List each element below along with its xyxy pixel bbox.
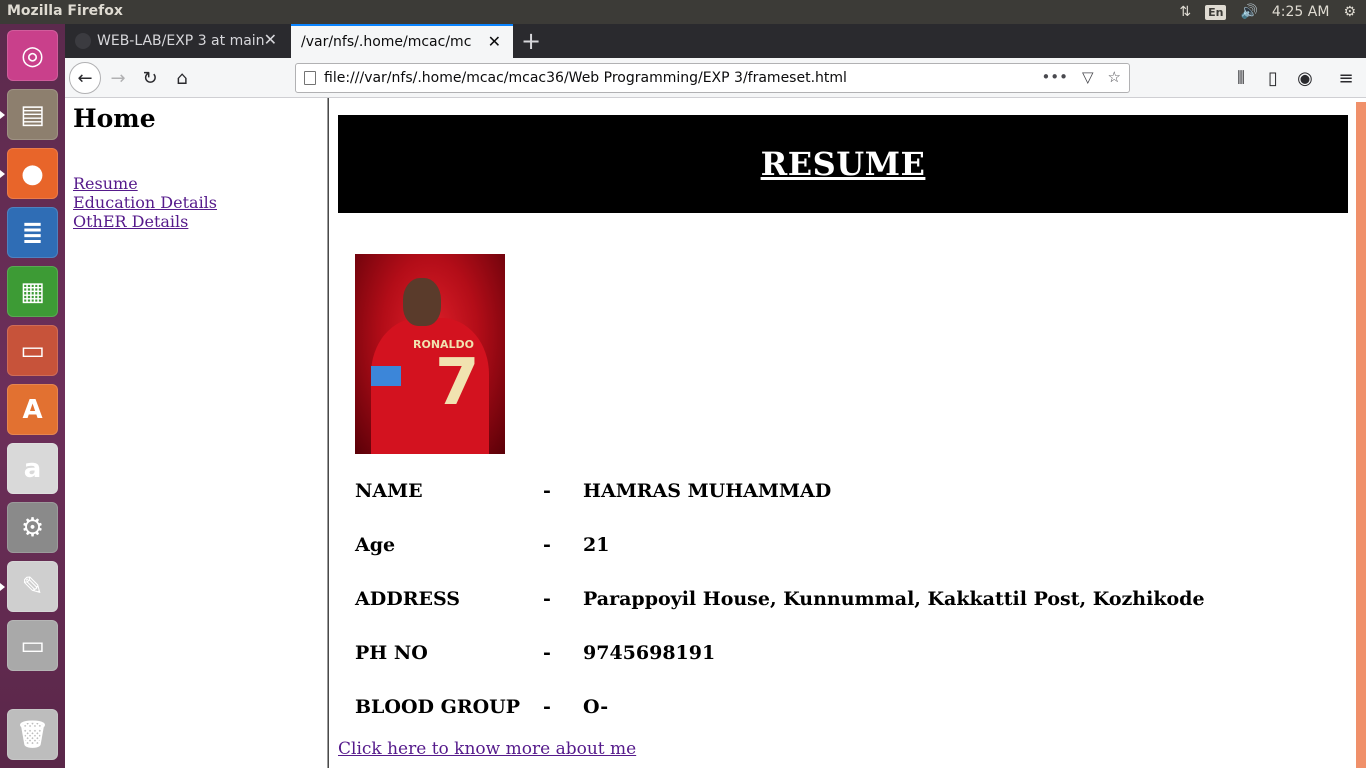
info-key: NAME: [355, 480, 423, 502]
more-actions-icon[interactable]: •••: [1041, 68, 1068, 86]
tab-label: /var/nfs/.home/mcac/mcac36: [301, 34, 471, 50]
app-title: Mozilla Firefox: [7, 3, 123, 19]
photo-armband: [371, 366, 401, 386]
account-icon[interactable]: ◉: [1292, 65, 1318, 91]
launcher-text-editor-icon[interactable]: ✎: [0, 561, 58, 612]
github-icon: [75, 33, 91, 49]
link-education-details[interactable]: Education Details: [73, 193, 217, 212]
launcher-files-icon[interactable]: ▤: [0, 89, 58, 140]
photo-head: [403, 278, 441, 326]
settings-gear-icon[interactable]: ⚙: [1343, 4, 1356, 20]
network-icon[interactable]: ⇅: [1179, 4, 1191, 20]
bookmark-star-icon[interactable]: ☆: [1108, 68, 1121, 86]
sidebar-icon[interactable]: ▯: [1260, 65, 1286, 91]
tab-web-lab[interactable]: WEB-LAB/EXP 3 at main ✕: [65, 24, 289, 58]
navigation-toolbar: ← → ↻ ⌂ file:///var/nfs/.home/mcac/mcac3…: [65, 58, 1366, 98]
info-value: O-: [583, 696, 609, 718]
library-icon[interactable]: ⫴: [1228, 65, 1254, 91]
launcher-firefox-icon[interactable]: ●: [0, 148, 58, 199]
launcher-amazon-icon[interactable]: a: [7, 443, 58, 494]
more-about-me-link[interactable]: Click here to know more about me: [338, 739, 636, 759]
close-icon[interactable]: ✕: [264, 30, 277, 49]
keyboard-language-indicator[interactable]: En: [1205, 4, 1227, 20]
launcher-trash-icon[interactable]: 🗑: [7, 709, 58, 760]
resume-title: RESUME: [760, 145, 926, 183]
clock[interactable]: 4:25 AM: [1272, 4, 1330, 20]
tab-frameset[interactable]: /var/nfs/.home/mcac/mcac36 ✕: [291, 24, 513, 58]
url-text: file:///var/nfs/.home/mcac/mcac36/Web Pr…: [324, 70, 847, 86]
forward-arrow-icon[interactable]: →: [105, 65, 131, 91]
info-value: HAMRAS MUHAMMAD: [583, 480, 832, 502]
tab-bar: WEB-LAB/EXP 3 at main ✕ /var/nfs/.home/m…: [65, 24, 1366, 58]
system-top-bar: Mozilla Firefox ⇅ En 🔊 4:25 AM ⚙: [0, 0, 1366, 24]
launcher-calc-icon[interactable]: ▦: [7, 266, 58, 317]
right-frame: RESUME RONALDO 7 NAME - HAMRAS MUHAMMAD …: [330, 98, 1366, 768]
page-content: Home Resume Education Details OthER Deta…: [65, 98, 1366, 768]
scrollbar[interactable]: [1356, 102, 1366, 768]
info-key: ADDRESS: [355, 588, 460, 610]
launcher-ubuntu-dash-icon[interactable]: ◎: [7, 30, 58, 81]
frame-divider[interactable]: [327, 98, 329, 768]
resume-banner: RESUME: [338, 115, 1348, 213]
running-indicator: [0, 111, 5, 119]
info-value: 9745698191: [583, 642, 716, 664]
close-icon[interactable]: ✕: [488, 32, 501, 51]
info-separator: -: [543, 588, 551, 610]
info-key: Age: [355, 534, 396, 556]
left-frame: Home Resume Education Details OthER Deta…: [65, 98, 327, 768]
menu-hamburger-icon[interactable]: ≡: [1333, 65, 1359, 91]
info-key: BLOOD GROUP: [355, 696, 521, 718]
new-tab-plus-icon[interactable]: +: [521, 27, 541, 55]
running-indicator: [0, 170, 5, 178]
photo-shirt-number: 7: [435, 346, 480, 420]
running-indicator: [0, 583, 5, 591]
link-other-details[interactable]: OthER Details: [73, 212, 217, 231]
launcher-disk-icon[interactable]: ▭: [7, 620, 58, 671]
system-tray: ⇅ En 🔊 4:25 AM ⚙: [1179, 0, 1366, 24]
volume-icon[interactable]: 🔊: [1240, 4, 1257, 20]
launcher-impress-icon[interactable]: ▭: [7, 325, 58, 376]
launcher: ◎ ▤ ● ≣ ▦ ▭ Aa ⚙ ✎ ▭ 🗑: [0, 24, 65, 768]
launcher-writer-icon[interactable]: ≣: [7, 207, 58, 258]
link-resume[interactable]: Resume: [73, 174, 217, 193]
info-key: PH NO: [355, 642, 428, 664]
launcher-system-settings-icon[interactable]: ⚙: [7, 502, 58, 553]
reload-icon[interactable]: ↻: [137, 65, 163, 91]
home-icon[interactable]: ⌂: [169, 65, 195, 91]
url-bar[interactable]: file:///var/nfs/.home/mcac/mcac36/Web Pr…: [295, 63, 1130, 93]
profile-photo: RONALDO 7: [355, 254, 505, 454]
nav-links: Resume Education Details OthER Details: [73, 174, 217, 231]
pocket-icon[interactable]: ▽: [1082, 68, 1094, 86]
info-separator: -: [543, 480, 551, 502]
info-value: Parappoyil House, Kunnummal, Kakkattil P…: [583, 588, 1205, 610]
info-separator: -: [543, 534, 551, 556]
back-arrow-icon[interactable]: ←: [69, 62, 101, 94]
tab-label: WEB-LAB/EXP 3 at main: [97, 33, 265, 49]
info-separator: -: [543, 696, 551, 718]
page-icon: [304, 71, 316, 85]
info-value: 21: [583, 534, 610, 556]
info-separator: -: [543, 642, 551, 664]
home-heading: Home: [73, 104, 156, 133]
launcher-software-center-icon[interactable]: A: [7, 384, 58, 435]
